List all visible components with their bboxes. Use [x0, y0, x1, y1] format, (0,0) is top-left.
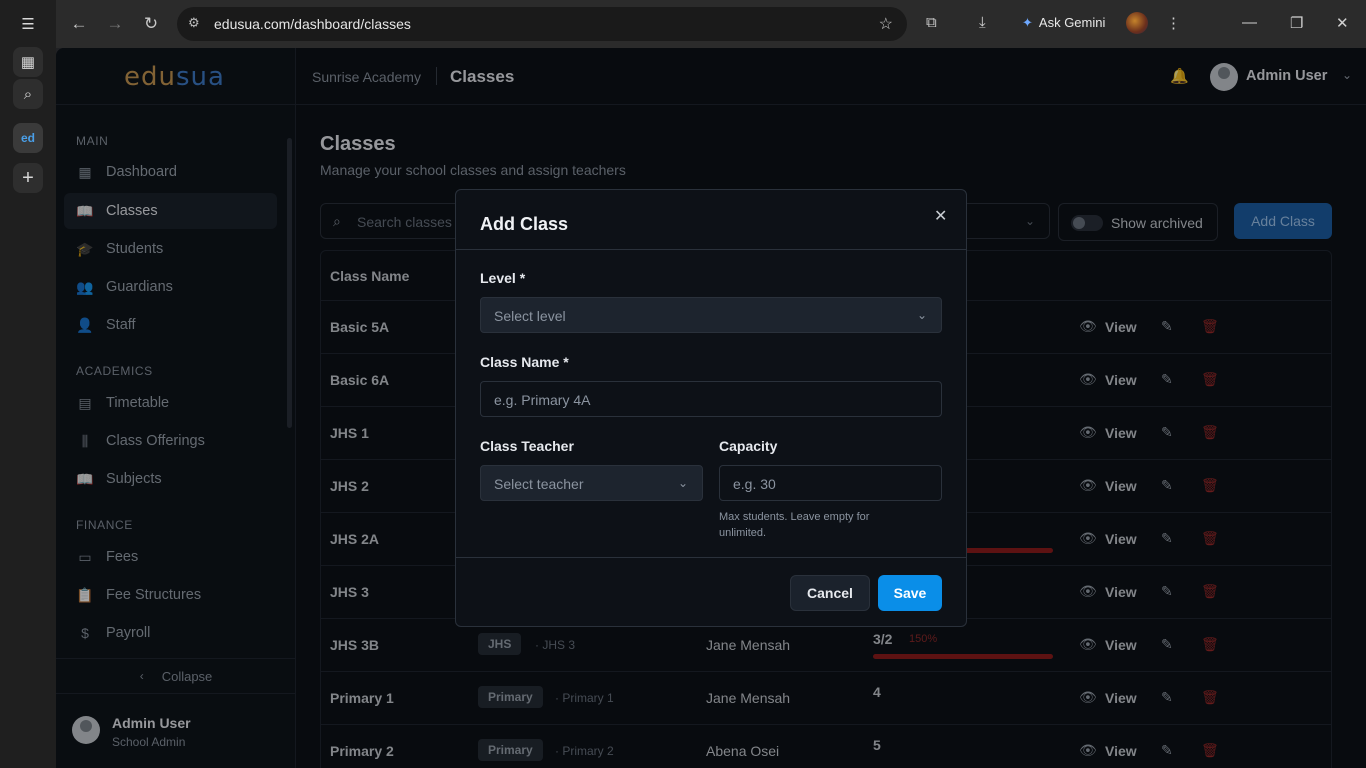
menu-kebab-icon[interactable]: ⋮ [1166, 14, 1181, 32]
tab-grid-icon[interactable]: ▦ [13, 47, 43, 77]
forward-icon[interactable]: → [103, 12, 127, 36]
capacity-help-text: Max students. Leave empty for unlimited. [719, 511, 870, 539]
site-tab-icon[interactable]: ed [13, 123, 43, 153]
close-icon[interactable]: ✕ [934, 206, 947, 226]
site-info-icon[interactable]: ⚙ [188, 15, 206, 33]
ask-gemini-label: Ask Gemini [1038, 15, 1106, 30]
extensions-icon[interactable]: ⧉ [926, 14, 937, 31]
capacity-label: Capacity [719, 438, 778, 454]
download-icon[interactable]: ⤓ [979, 14, 986, 31]
divider [456, 557, 966, 558]
teacher-placeholder: Select teacher [494, 476, 584, 492]
chevron-down-icon: ⌄ [916, 308, 927, 322]
dialog-title: Add Class [480, 214, 569, 234]
bookmark-star-icon[interactable]: ☆ [879, 14, 893, 34]
sidebar-toggle-icon[interactable]: ☰ [13, 9, 43, 39]
class-name-placeholder: e.g. Primary 4A [494, 392, 591, 408]
teacher-label: Class Teacher [480, 438, 574, 454]
class-name-label: Class Name * [480, 354, 569, 370]
save-button[interactable]: Save [878, 575, 942, 611]
minimize-icon[interactable]: — [1242, 14, 1257, 31]
browser-toolbar: ← → ↻ ⚙ edusua.com/dashboard/classes ☆ ⧉… [56, 0, 1366, 48]
url-text[interactable]: edusua.com/dashboard/classes [214, 16, 411, 32]
browser-side-rail: ☰ ▦ ⌕ ed + [0, 0, 56, 768]
capacity-placeholder: e.g. 30 [733, 476, 776, 492]
chevron-down-icon: ⌄ [677, 476, 688, 490]
address-bar[interactable]: ⚙ edusua.com/dashboard/classes ☆ [177, 7, 907, 41]
capacity-input[interactable]: e.g. 30 [719, 465, 942, 501]
level-label: Level * [480, 270, 526, 286]
close-window-icon[interactable]: ✕ [1336, 14, 1349, 32]
back-icon[interactable]: ← [67, 12, 91, 36]
gemini-spark-icon: ✦ [1022, 15, 1033, 30]
app-window: edusua MAIN ▦ Dashboard 📖 Classes 🎓 Student… [56, 48, 1366, 768]
ask-gemini-button[interactable]: ✦ Ask Gemini [1022, 15, 1105, 31]
teacher-select[interactable]: Select teacher ⌄ [480, 465, 703, 501]
restore-icon[interactable]: ❐ [1290, 14, 1303, 32]
class-name-input[interactable]: e.g. Primary 4A [480, 381, 942, 417]
add-class-dialog: Add Class ✕ Level * Select level ⌄ Class… [455, 189, 967, 627]
cancel-button[interactable]: Cancel [790, 575, 870, 611]
level-placeholder: Select level [494, 308, 566, 324]
divider [456, 249, 966, 250]
reload-icon[interactable]: ↻ [139, 12, 163, 36]
level-select[interactable]: Select level ⌄ [480, 297, 942, 333]
tab-search-icon[interactable]: ⌕ [13, 79, 43, 109]
new-tab-icon[interactable]: + [13, 163, 43, 193]
profile-avatar[interactable] [1126, 12, 1148, 34]
